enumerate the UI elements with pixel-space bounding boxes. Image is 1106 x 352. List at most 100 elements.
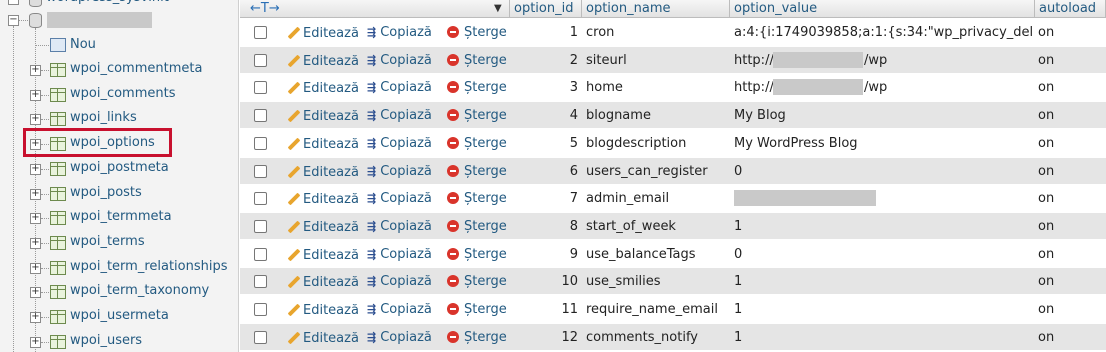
expand-table-icon[interactable]: +: [30, 90, 41, 101]
new-table-icon: [50, 38, 66, 52]
sidebar-item-wpoi-comments[interactable]: wpoi_comments: [70, 86, 176, 101]
row-checkbox[interactable]: [254, 248, 267, 261]
edit-link[interactable]: Editează: [286, 274, 359, 290]
edit-link[interactable]: Editează: [286, 108, 359, 124]
copy-link[interactable]: ⇶ Copiază: [367, 302, 432, 317]
delete-link[interactable]: Șterge: [447, 136, 507, 151]
expand-table-icon[interactable]: +: [30, 337, 41, 348]
copy-link[interactable]: ⇶ Copiază: [367, 80, 432, 95]
edit-link[interactable]: Editează: [286, 219, 359, 235]
sidebar-item-wpoi-usermeta[interactable]: wpoi_usermeta: [70, 308, 169, 323]
expand-table-icon[interactable]: +: [30, 114, 41, 125]
edit-link[interactable]: Editează: [286, 164, 359, 180]
delete-link[interactable]: Șterge: [447, 191, 507, 206]
copy-icon: ⇶: [367, 303, 377, 316]
delete-link[interactable]: Șterge: [447, 274, 507, 289]
option-value-suffix: /wp: [864, 80, 888, 95]
edit-link[interactable]: Editează: [286, 25, 359, 41]
row-checkbox[interactable]: [254, 81, 267, 94]
delete-link[interactable]: Șterge: [447, 302, 507, 317]
row-checkbox[interactable]: [254, 192, 267, 205]
delete-link[interactable]: Șterge: [447, 25, 507, 40]
option-name: blogname: [586, 108, 651, 123]
expand-table-icon[interactable]: +: [30, 213, 41, 224]
edit-link[interactable]: Editează: [286, 330, 359, 346]
collapse-db-icon[interactable]: −: [8, 15, 19, 26]
copy-link[interactable]: ⇶ Copiază: [367, 191, 432, 206]
autoload-value: on: [1038, 330, 1055, 345]
copy-link[interactable]: ⇶ Copiază: [367, 219, 432, 234]
sidebar-item-wpoi-postmeta[interactable]: wpoi_postmeta: [70, 160, 169, 175]
copy-link[interactable]: ⇶ Copiază: [367, 108, 432, 123]
col-option-id[interactable]: option_id: [510, 0, 582, 18]
option-name: comments_notify: [586, 330, 698, 345]
row-checkbox[interactable]: [254, 303, 267, 316]
pencil-icon: [286, 274, 300, 288]
collapse-db-icon[interactable]: −: [8, 0, 19, 5]
sidebar-item-wpoi-term-relationships[interactable]: wpoi_term_relationships: [70, 259, 228, 274]
expand-table-icon[interactable]: +: [30, 189, 41, 200]
expand-table-icon[interactable]: +: [30, 312, 41, 323]
sidebar-item-new[interactable]: Nou: [70, 37, 96, 52]
row-checkbox[interactable]: [254, 165, 267, 178]
autoload-value: on: [1038, 191, 1055, 206]
copy-link[interactable]: ⇶ Copiază: [367, 136, 432, 151]
delete-link[interactable]: Șterge: [447, 53, 507, 68]
expand-table-icon[interactable]: +: [30, 65, 41, 76]
delete-icon: [447, 192, 459, 204]
sidebar-item-wpoi-posts[interactable]: wpoi_posts: [70, 185, 142, 200]
database-icon: [29, 13, 42, 28]
row-checkbox[interactable]: [254, 137, 267, 150]
column-nav-arrows[interactable]: ←T→: [250, 1, 280, 16]
option-id: 4: [569, 108, 578, 123]
col-option-name[interactable]: option_name: [582, 0, 730, 18]
table-icon: [50, 112, 66, 126]
expand-table-icon[interactable]: +: [30, 287, 41, 298]
row-checkbox[interactable]: [254, 331, 267, 344]
copy-link[interactable]: ⇶ Copiază: [367, 274, 432, 289]
row-checkbox[interactable]: [254, 26, 267, 39]
copy-link[interactable]: ⇶ Copiază: [367, 53, 432, 68]
edit-link[interactable]: Editează: [286, 302, 359, 318]
delete-link[interactable]: Șterge: [447, 164, 507, 179]
pencil-icon: [286, 80, 300, 94]
edit-link[interactable]: Editează: [286, 136, 359, 152]
row-checkbox[interactable]: [254, 109, 267, 122]
col-autoload[interactable]: autoload: [1035, 0, 1106, 18]
delete-link[interactable]: Șterge: [447, 80, 507, 95]
database-icon: [29, 0, 42, 7]
row-checkbox[interactable]: [254, 220, 267, 233]
delete-link[interactable]: Șterge: [447, 108, 507, 123]
row-checkbox[interactable]: [254, 275, 267, 288]
edit-link[interactable]: Editează: [286, 191, 359, 207]
delete-link[interactable]: Șterge: [447, 219, 507, 234]
copy-label: Copiază: [380, 219, 432, 234]
sidebar-item-wpoi-links[interactable]: wpoi_links: [70, 110, 137, 125]
db-item-partial[interactable]: wordpress_sysvinit: [46, 0, 169, 5]
edit-link[interactable]: Editează: [286, 80, 359, 96]
option-name: start_of_week: [586, 219, 676, 234]
copy-link[interactable]: ⇶ Copiază: [367, 25, 432, 40]
copy-label: Copiază: [380, 274, 432, 289]
database-name-redacted[interactable]: [47, 12, 152, 28]
expand-table-icon[interactable]: +: [30, 238, 41, 249]
sidebar-item-wpoi-users[interactable]: wpoi_users: [70, 333, 142, 348]
col-option-value[interactable]: option_value: [730, 0, 1035, 18]
copy-link[interactable]: ⇶ Copiază: [367, 330, 432, 345]
delete-link[interactable]: Șterge: [447, 247, 507, 262]
sidebar-item-wpoi-termmeta[interactable]: wpoi_termmeta: [70, 209, 172, 224]
expand-table-icon[interactable]: +: [30, 263, 41, 274]
row-checkbox[interactable]: [254, 54, 267, 67]
sidebar-item-wpoi-terms[interactable]: wpoi_terms: [70, 234, 145, 249]
copy-link[interactable]: ⇶ Copiază: [367, 164, 432, 179]
delete-link[interactable]: Șterge: [447, 330, 507, 345]
expand-table-icon[interactable]: +: [30, 164, 41, 175]
delete-icon: [447, 220, 459, 232]
sidebar-item-wpoi-term-taxonomy[interactable]: wpoi_term_taxonomy: [70, 283, 209, 298]
sidebar-item-wpoi-commentmeta[interactable]: wpoi_commentmeta: [70, 61, 202, 76]
sort-icon[interactable]: ▼: [494, 0, 502, 17]
edit-link[interactable]: Editează: [286, 53, 359, 69]
copy-label: Copiază: [380, 302, 432, 317]
copy-link[interactable]: ⇶ Copiază: [367, 247, 432, 262]
edit-link[interactable]: Editează: [286, 247, 359, 263]
